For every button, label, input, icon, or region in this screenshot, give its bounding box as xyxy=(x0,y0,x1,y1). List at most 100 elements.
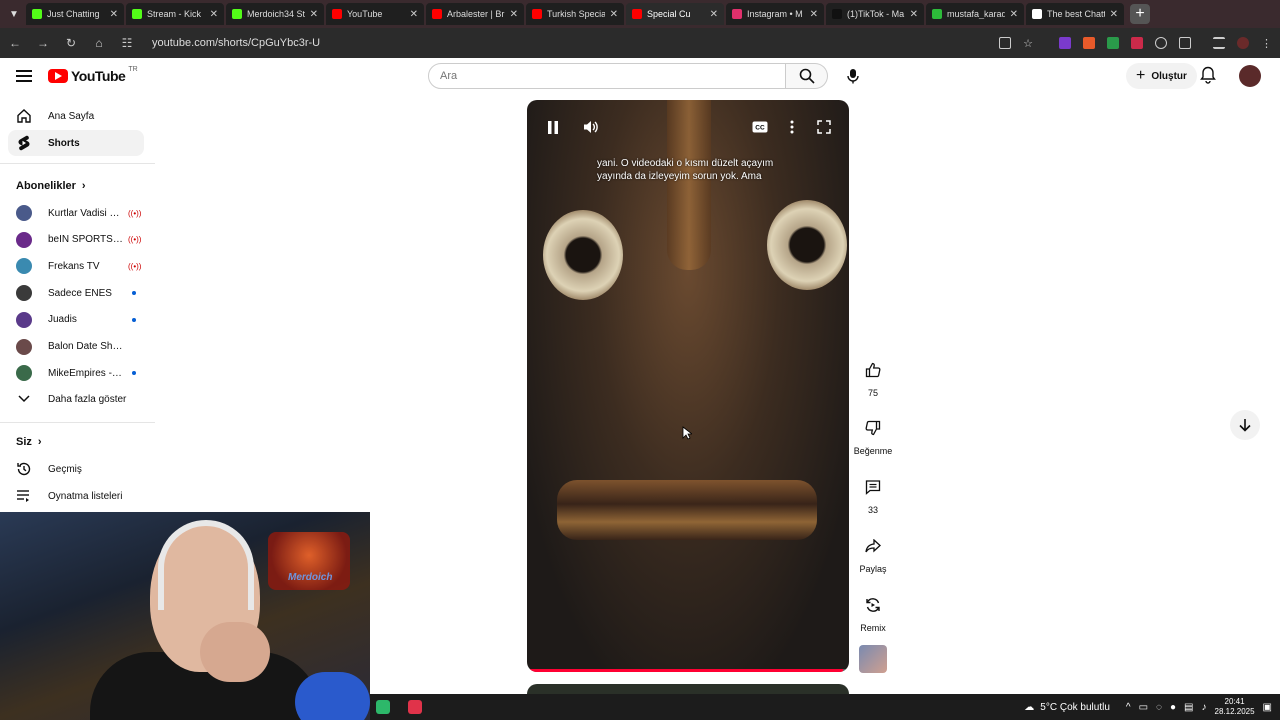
subscription-channel[interactable]: Balon Date Show xyxy=(8,334,144,360)
weather-text: 5°C Çok bulutlu xyxy=(1040,701,1110,713)
reading-list-icon[interactable] xyxy=(1213,37,1225,49)
search-input[interactable] xyxy=(428,63,786,89)
like-button[interactable]: 75 xyxy=(850,356,896,398)
video-figure-mouth xyxy=(557,480,817,540)
extensions-puzzle-icon[interactable] xyxy=(1179,37,1191,49)
search-button[interactable] xyxy=(786,63,828,89)
subscription-channel[interactable]: Juadis xyxy=(8,307,144,333)
browser-tab[interactable]: Turkish Special ✕ xyxy=(526,3,624,25)
extension-icon[interactable] xyxy=(1131,37,1143,49)
subscription-channel[interactable]: Sadece ENES xyxy=(8,280,144,306)
pause-button[interactable] xyxy=(544,118,562,136)
subscription-channel[interactable]: MikeEmpires - A... xyxy=(8,360,144,386)
comments-button[interactable]: 33 xyxy=(850,473,896,515)
plus-icon: + xyxy=(1136,67,1146,84)
speaker-icon[interactable]: ♪ xyxy=(1202,702,1207,713)
video-progress-fill xyxy=(527,669,843,672)
tab-title: Turkish Special xyxy=(547,9,605,19)
sidebar-item-playlists[interactable]: Oynatma listeleri xyxy=(8,483,144,509)
extension-icon[interactable] xyxy=(1107,37,1119,49)
browser-tab[interactable]: Arbalester | Br ✕ xyxy=(426,3,524,25)
shorts-video-player[interactable]: CC yani. O videodaki o kısmı düzelt açay… xyxy=(527,100,849,672)
show-more-button[interactable]: Daha fazla göster xyxy=(8,386,144,412)
notification-center-icon[interactable]: ▣ xyxy=(1263,702,1272,713)
menu-icon[interactable] xyxy=(16,70,32,82)
tab-list-chevron-icon[interactable]: ▼ xyxy=(4,4,24,24)
profile-avatar[interactable] xyxy=(1237,37,1249,49)
video-progress-bar[interactable] xyxy=(527,669,849,672)
remix-button[interactable]: Remix xyxy=(850,591,896,633)
sidebar-item-history[interactable]: Geçmiş xyxy=(8,456,144,482)
account-avatar[interactable] xyxy=(1239,65,1261,87)
site-info-icon[interactable]: ☷ xyxy=(120,36,134,50)
neon-sign: Merdoich xyxy=(268,532,350,590)
browser-tab[interactable]: (1)TikTok - Ma ✕ xyxy=(826,3,924,25)
comment-icon xyxy=(859,473,887,501)
tab-close-icon[interactable]: ✕ xyxy=(910,9,918,20)
you-heading[interactable]: Siz › xyxy=(16,436,42,448)
volume-button[interactable] xyxy=(582,118,600,136)
install-app-icon[interactable] xyxy=(999,37,1012,49)
more-options-button[interactable] xyxy=(783,118,801,136)
youtube-logo[interactable]: YouTube TR xyxy=(48,66,138,84)
browser-tab[interactable]: Just Chatting ✕ xyxy=(26,3,124,25)
notifications-button[interactable] xyxy=(1200,66,1216,89)
tab-close-icon[interactable]: ✕ xyxy=(810,9,818,20)
bookmark-star-icon[interactable]: ☆ xyxy=(1023,37,1033,50)
tab-close-icon[interactable]: ✕ xyxy=(710,9,718,20)
extension-icon[interactable] xyxy=(1083,37,1095,49)
tab-close-icon[interactable]: ✕ xyxy=(310,9,318,20)
next-short-preview[interactable] xyxy=(527,684,849,694)
browser-menu-icon[interactable]: ⋮ xyxy=(1261,37,1272,50)
browser-tab[interactable]: Merdoich34 St ✕ xyxy=(226,3,324,25)
back-icon[interactable]: ← xyxy=(8,36,22,50)
taskbar-app-icon[interactable] xyxy=(376,700,390,714)
new-tab-button[interactable]: + xyxy=(1130,4,1150,24)
reload-icon[interactable]: ↻ xyxy=(64,36,78,50)
microphone-icon[interactable]: ● xyxy=(1170,702,1176,713)
tab-favicon-icon xyxy=(732,9,742,19)
browser-tab[interactable]: Instagram • M ✕ xyxy=(726,3,824,25)
tab-favicon-icon xyxy=(432,9,442,19)
weather-widget[interactable]: ☁ 5°C Çok bulutlu xyxy=(1024,702,1110,713)
tray-icon[interactable]: ◌ xyxy=(1156,702,1162,713)
extension-icon[interactable] xyxy=(1059,37,1071,49)
subscriptions-heading[interactable]: Abonelikler › xyxy=(16,180,86,192)
browser-tab[interactable]: mustafa_karad ✕ xyxy=(926,3,1024,25)
dislike-button[interactable]: Beğenme xyxy=(850,414,896,456)
tab-close-icon[interactable]: ✕ xyxy=(1110,9,1118,20)
browser-tab[interactable]: Stream - Kick ✕ xyxy=(126,3,224,25)
network-icon[interactable]: ▤ xyxy=(1184,702,1193,713)
tab-close-icon[interactable]: ✕ xyxy=(610,9,618,20)
forward-icon[interactable]: → xyxy=(36,36,50,50)
fullscreen-button[interactable] xyxy=(815,118,833,136)
tab-close-icon[interactable]: ✕ xyxy=(410,9,418,20)
sidebar-item-shorts[interactable]: Shorts xyxy=(8,130,144,156)
tab-close-icon[interactable]: ✕ xyxy=(1010,9,1018,20)
system-clock[interactable]: 20:41 28.12.2025 xyxy=(1215,697,1255,717)
share-button[interactable]: Paylaş xyxy=(850,532,896,574)
subscription-channel[interactable]: beIN SPORTS Tü... ((•)) xyxy=(8,227,144,253)
tab-close-icon[interactable]: ✕ xyxy=(110,9,118,20)
captions-button[interactable]: CC xyxy=(751,118,769,136)
subscription-channel[interactable]: Kurtlar Vadisi Pu... ((•)) xyxy=(8,200,144,226)
sidebar-item-label: Shorts xyxy=(48,137,80,149)
tray-icon[interactable]: ▭ xyxy=(1139,702,1148,713)
audio-source-thumbnail[interactable] xyxy=(859,645,887,673)
tab-close-icon[interactable]: ✕ xyxy=(210,9,218,20)
browser-tab[interactable]: The best Chatt ✕ xyxy=(1026,3,1124,25)
sidebar-item-home[interactable]: Ana Sayfa xyxy=(8,103,144,129)
next-short-button[interactable] xyxy=(1230,410,1260,440)
home-icon[interactable]: ⌂ xyxy=(92,36,106,50)
address-bar-url[interactable]: youtube.com/shorts/CpGuYbc3r-U xyxy=(152,37,985,49)
tab-close-icon[interactable]: ✕ xyxy=(510,9,518,20)
voice-search-button[interactable] xyxy=(840,63,866,89)
tab-favicon-icon xyxy=(632,9,642,19)
create-button[interactable]: + Oluştur xyxy=(1126,63,1197,89)
taskbar-app-icon[interactable] xyxy=(408,700,422,714)
browser-tab[interactable]: YouTube ✕ xyxy=(326,3,424,25)
extension-icon[interactable] xyxy=(1155,37,1167,49)
subscription-channel[interactable]: Frekans TV ((•)) xyxy=(8,253,144,279)
browser-tab[interactable]: Special Cu ✕ xyxy=(626,3,724,25)
chevron-up-icon[interactable]: ^ xyxy=(1126,702,1131,713)
